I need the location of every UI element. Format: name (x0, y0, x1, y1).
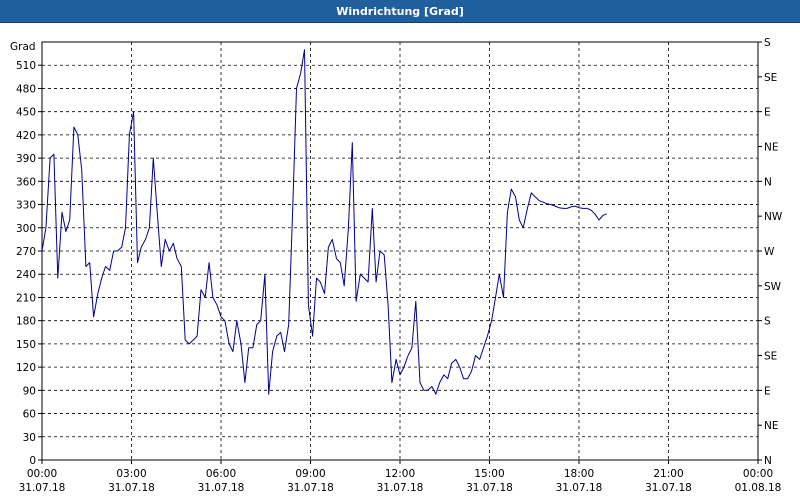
x-tick-date-label: 31.07.18 (198, 482, 245, 494)
y-tick-label: 90 (23, 385, 36, 397)
y-right-tick-label: NE (764, 420, 779, 432)
y-tick-label: 60 (23, 409, 36, 421)
y-right-tick-label: SW (764, 281, 782, 293)
x-tick-date-label: 31.07.18 (466, 482, 513, 494)
y-tick-label: 510 (16, 60, 36, 72)
y-tick-label: 240 (16, 269, 36, 281)
y-tick-label: 330 (16, 200, 36, 212)
y-tick-label: 450 (16, 107, 36, 119)
x-tick-time-label: 06:00 (206, 468, 236, 480)
x-tick-time-label: 21:00 (653, 468, 683, 480)
x-tick-date-label: 31.07.18 (645, 482, 692, 494)
window-title: Windrichtung [Grad] (0, 0, 800, 23)
y-right-tick-label: SE (764, 72, 777, 84)
x-tick-date-label: 31.07.18 (377, 482, 424, 494)
y-right-tick-label: S (764, 316, 771, 328)
left-axis: 0 30 60 90 120 150 180 210 240 270 300 330 360 390 420… (16, 60, 42, 467)
y-tick-label: 270 (16, 246, 36, 258)
y-right-tick-label: E (764, 107, 771, 119)
y-axis-label: Grad (10, 41, 36, 53)
y-tick-label: 420 (16, 130, 36, 142)
y-tick-label: 300 (16, 223, 36, 235)
y-tick-label: 30 (23, 432, 36, 444)
y-right-tick-label: E (764, 385, 771, 397)
x-tick-time-label: 00:00 (27, 468, 57, 480)
x-tick-date-label: 01.08.18 (735, 482, 782, 494)
x-tick-date-label: 31.07.18 (108, 482, 155, 494)
x-tick-time-label: 18:00 (564, 468, 594, 480)
x-tick-time-label: 15:00 (474, 468, 504, 480)
y-tick-label: 0 (29, 455, 36, 467)
y-tick-label: 210 (16, 292, 36, 304)
y-tick-label: 120 (16, 362, 36, 374)
x-tick-time-label: 09:00 (295, 468, 325, 480)
x-tick-date-label: 31.07.18 (556, 482, 603, 494)
y-right-tick-label: S (764, 37, 771, 49)
x-tick-time-label: 03:00 (116, 468, 146, 480)
y-right-tick-label: NW (764, 211, 783, 223)
y-right-tick-label: W (764, 246, 775, 258)
x-tick-time-label: 00:00 (743, 468, 773, 480)
y-right-tick-label: NE (764, 142, 779, 154)
y-right-tick-label: N (764, 176, 772, 188)
x-tick-date-label: 31.07.18 (19, 482, 66, 494)
x-axis: 00:00 31.07.18 03:00 31.07.18 06:00 31.07.18 0… (19, 460, 782, 494)
y-tick-label: 150 (16, 339, 36, 351)
y-right-tick-label: SE (764, 351, 777, 363)
x-tick-time-label: 12:00 (385, 468, 415, 480)
y-tick-label: 390 (16, 153, 36, 165)
y-right-tick-label: N (764, 455, 772, 467)
y-tick-label: 360 (16, 176, 36, 188)
y-tick-label: 480 (16, 83, 36, 95)
x-tick-date-label: 31.07.18 (287, 482, 334, 494)
y-tick-label: 180 (16, 316, 36, 328)
chart: Grad 0 30 60 90 120 150 180 210 240 270 300 330 360 3… (10, 37, 783, 494)
right-axis: N NE E SE S SW W NW N NE E SE S (758, 37, 783, 467)
